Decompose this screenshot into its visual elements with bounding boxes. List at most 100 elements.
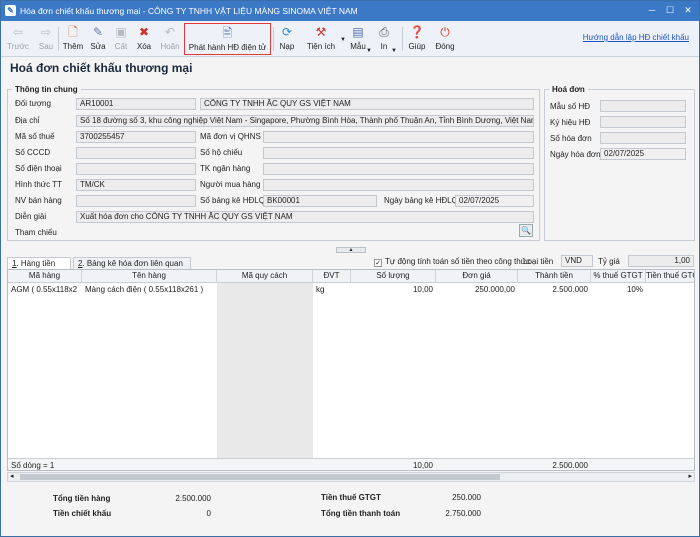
- row-count: Số dòng = 1: [11, 461, 55, 470]
- bank-label: TK ngân hàng: [200, 164, 251, 173]
- invoice-date-field[interactable]: 02/07/2025: [600, 148, 686, 160]
- invoice-title: Hoá đơn: [549, 85, 588, 94]
- cell-item-code[interactable]: AGM ( 0.55x118x2: [8, 284, 82, 296]
- next-button[interactable]: ⇨ Sau: [33, 23, 59, 55]
- payment-field[interactable]: TM/CK: [76, 179, 196, 191]
- total-quantity: 10,00: [412, 461, 433, 470]
- header-spec-code[interactable]: Mã quy cách: [217, 270, 313, 283]
- tax-code-field[interactable]: 3700255457: [76, 131, 196, 143]
- toolbar-divider: [402, 27, 403, 51]
- passport-label: Số hộ chiếu: [200, 148, 243, 157]
- header-vat-amount[interactable]: Tiền thuế GTGT: [646, 270, 694, 283]
- cell-unit[interactable]: kg: [313, 284, 351, 296]
- cell-item-name[interactable]: Màng cách điện ( 0.55x118x261 ): [82, 284, 217, 296]
- scroll-thumb[interactable]: [20, 474, 500, 480]
- new-document-icon: 🗋: [68, 25, 78, 39]
- load-button[interactable]: ⟳ Nạp: [275, 23, 299, 55]
- header-unit-price[interactable]: Đơn giá: [436, 270, 518, 283]
- undo-button[interactable]: ↶ Hoãn: [157, 23, 183, 55]
- vat-total-label: Tiền thuế GTGT: [321, 493, 381, 502]
- auto-calc-checkbox[interactable]: ✓ Tự động tính toán số tiền theo công thứ…: [374, 257, 530, 267]
- list-date-field[interactable]: 02/07/2025: [455, 195, 534, 207]
- header-amount[interactable]: Thành tiền: [518, 270, 591, 283]
- phone-label: Số điện thoại: [15, 164, 62, 173]
- cell-vat-amount[interactable]: [646, 284, 694, 296]
- symbol-label: Ký hiệu HĐ: [550, 118, 591, 127]
- cell-amount[interactable]: 2.500.000: [518, 284, 591, 296]
- goods-total-label: Tổng tiền hàng: [53, 494, 111, 503]
- cell-spec-code[interactable]: [217, 284, 313, 296]
- scroll-right-icon[interactable]: ▸: [688, 473, 692, 481]
- power-icon: ⏻: [440, 25, 450, 39]
- check-icon: ✓: [374, 259, 382, 267]
- symbol-field[interactable]: [600, 116, 686, 128]
- tax-code-label: Mã số thuế: [15, 132, 55, 141]
- header-item-code[interactable]: Mã hàng: [8, 270, 82, 283]
- seller-field[interactable]: [76, 195, 196, 207]
- zoom-icon[interactable]: 🔍: [519, 224, 533, 237]
- passport-field[interactable]: [263, 147, 534, 159]
- number-label: Số hóa đơn: [550, 134, 592, 143]
- horizontal-scrollbar[interactable]: ◂ ▸: [7, 472, 695, 482]
- window-title: Hóa đơn chiết khấu thương mại - CÔNG TY …: [20, 6, 358, 16]
- close-window-icon[interactable]: ✕: [681, 4, 695, 17]
- scroll-left-icon[interactable]: ◂: [10, 473, 14, 481]
- currency-label: Loại tiền: [523, 257, 554, 266]
- unit-code-label: Mã đơn vị QHNS: [200, 132, 261, 141]
- cell-quantity[interactable]: 10,00: [351, 284, 436, 296]
- delete-button[interactable]: ✖ Xóa: [132, 23, 156, 55]
- back-button[interactable]: ⇦ Trước: [5, 23, 31, 55]
- number-field[interactable]: [600, 132, 686, 144]
- edit-icon: ✎: [92, 25, 104, 39]
- vat-total-value: 250.000: [452, 493, 481, 502]
- note-field[interactable]: Xuất hóa đơn cho CÔNG TY TNHH ẮC QUY GS …: [76, 211, 534, 223]
- invoice-window: ✎ Hóa đơn chiết khấu thương mại - CÔNG T…: [0, 0, 700, 537]
- printer-icon: ⎙: [379, 25, 389, 39]
- buyer-field[interactable]: [263, 179, 534, 191]
- rate-field[interactable]: 1,00: [628, 255, 694, 267]
- header-item-name[interactable]: Tên hàng: [82, 270, 217, 283]
- cccd-field[interactable]: [76, 147, 196, 159]
- bank-field[interactable]: [263, 163, 534, 175]
- delete-icon: ✖: [138, 25, 150, 39]
- address-field[interactable]: Số 18 đường số 3, khu công nghiệp Việt N…: [76, 115, 534, 127]
- help-guide-link[interactable]: Hướng dẫn lập HĐ chiết khấu: [583, 33, 689, 42]
- cell-vat-rate[interactable]: 10%: [591, 284, 646, 296]
- payment-total-value: 2.750.000: [445, 509, 481, 518]
- object-code-field[interactable]: AR10001: [76, 98, 196, 110]
- unit-code-field[interactable]: [263, 131, 534, 143]
- object-name-field[interactable]: CÔNG TY TNHH ẮC QUY GS VIỆT NAM: [200, 98, 534, 110]
- address-label: Địa chỉ: [15, 116, 40, 125]
- close-button[interactable]: ⏻ Đóng: [432, 23, 458, 55]
- general-info-title: Thông tin chung: [12, 85, 81, 94]
- panel-splitter[interactable]: ▲: [336, 247, 366, 253]
- header-quantity[interactable]: Số lượng: [351, 270, 436, 283]
- chevron-down-icon[interactable]: ▼: [366, 48, 372, 54]
- help-icon: ❓: [409, 25, 425, 39]
- discount-label: Tiền chiết khấu: [53, 509, 112, 518]
- edit-button[interactable]: ✎ Sửa: [86, 23, 110, 55]
- chevron-down-icon[interactable]: ▼: [391, 48, 397, 54]
- cell-unit-price[interactable]: 250.000,00: [436, 284, 518, 296]
- minimize-icon[interactable]: ─: [645, 4, 659, 17]
- help-button[interactable]: ❓ Giúp: [405, 23, 429, 55]
- header-vat-rate[interactable]: % thuế GTGT: [591, 270, 646, 283]
- add-button[interactable]: 🗋 Thêm: [60, 23, 86, 55]
- app-icon: ✎: [5, 5, 16, 16]
- issue-einvoice-button[interactable]: 🖹 Phát hành HĐ điện tử: [184, 23, 271, 55]
- toolbar-divider: [58, 27, 59, 51]
- maximize-icon[interactable]: ☐: [663, 4, 677, 17]
- spec-column-shade: [217, 283, 313, 458]
- template-field[interactable]: [600, 100, 686, 112]
- reference-label: Tham chiếu: [15, 228, 57, 237]
- template-label: Mẫu số HĐ: [550, 102, 591, 111]
- phone-field[interactable]: [76, 163, 196, 175]
- list-no-field[interactable]: BK00001: [263, 195, 377, 207]
- save-button[interactable]: ▣ Cất: [110, 23, 132, 55]
- cccd-label: Số CCCD: [15, 148, 51, 157]
- header-unit[interactable]: ĐVT: [313, 270, 351, 283]
- page-title: Hoá đơn chiết khấu thương mại: [10, 61, 193, 75]
- payment-label: Hình thức TT: [15, 180, 62, 189]
- utilities-button[interactable]: ⚒ Tiện ích: [303, 23, 339, 55]
- currency-field[interactable]: VND: [561, 255, 593, 267]
